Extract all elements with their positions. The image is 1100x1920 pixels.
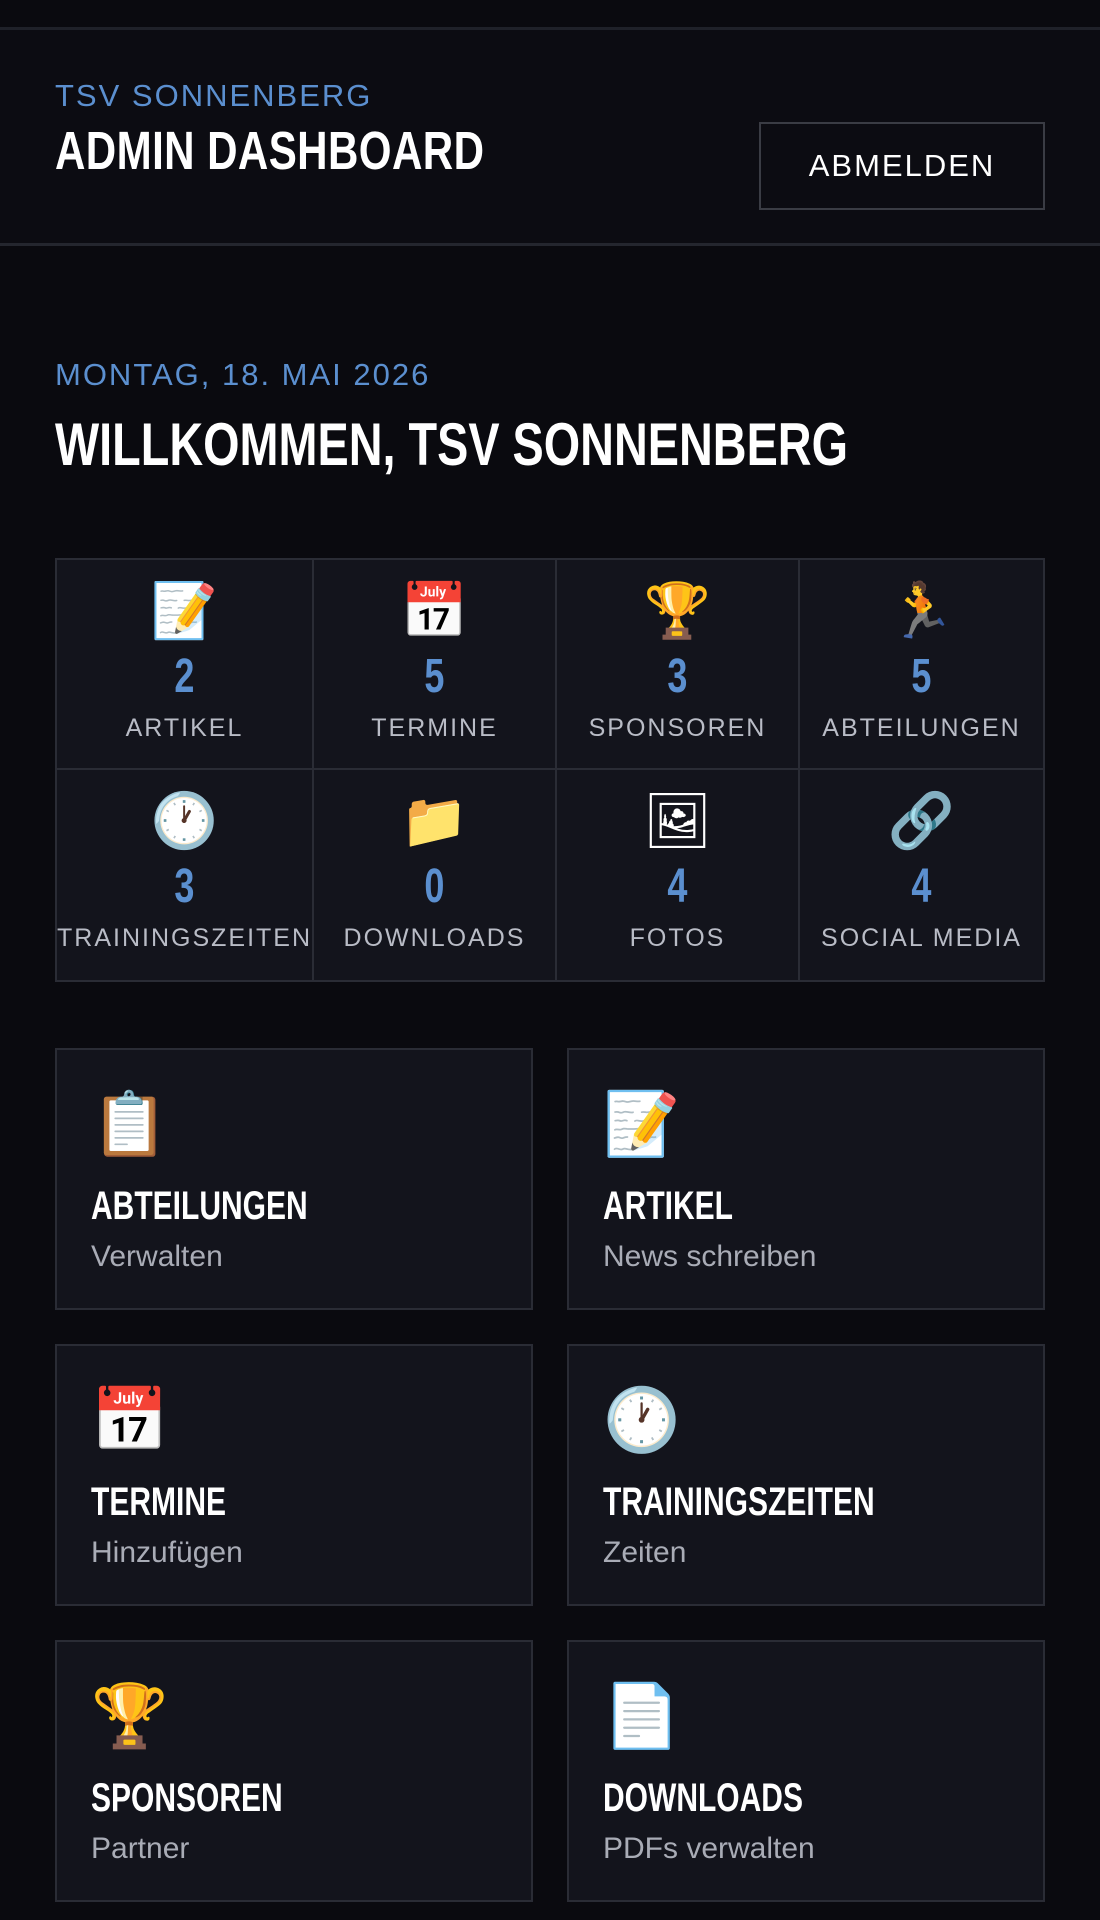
stat-value: 5 [911, 650, 932, 703]
picture-icon: 🖼 [643, 789, 712, 852]
current-date: MONTAG, 18. MAI 2026 [55, 357, 431, 392]
stat-value: 2 [174, 650, 195, 703]
stat-label: ABTEILUNGEN [822, 714, 1021, 742]
trophy-icon: 🏆 [643, 579, 712, 642]
stat-value: 4 [667, 860, 688, 913]
calendar-icon: 📅 [91, 1383, 169, 1456]
runner-icon: 🏃 [887, 579, 956, 642]
card-trainingszeiten[interactable]: 🕐 TRAININGSZEITEN Zeiten [567, 1344, 1045, 1606]
card-artikel[interactable]: 📝 ARTIKEL News schreiben [567, 1048, 1045, 1310]
welcome-heading: WILLKOMMEN, TSV SONNENBERG [55, 411, 849, 478]
stat-social-media[interactable]: 🔗 4 SOCIAL MEDIA [800, 770, 1043, 980]
card-subtitle: News schreiben [603, 1240, 817, 1273]
stat-label: FOTOS [629, 924, 726, 952]
stat-value: 5 [424, 650, 445, 703]
stat-value: 3 [667, 650, 688, 703]
trophy-icon: 🏆 [91, 1679, 169, 1752]
card-subtitle: Hinzufügen [91, 1536, 243, 1569]
stat-fotos[interactable]: 🖼 4 FOTOS [557, 770, 800, 980]
page-title: ADMIN DASHBOARD [55, 121, 485, 181]
clock-icon: 🕐 [150, 789, 219, 852]
clipboard-icon: 📋 [91, 1087, 169, 1160]
logout-button[interactable]: ABMELDEN [759, 122, 1045, 210]
card-abteilungen[interactable]: 📋 ABTEILUNGEN Verwalten [55, 1048, 533, 1310]
card-title: DOWNLOADS [603, 1776, 803, 1820]
status-bar-area [0, 0, 1100, 30]
stat-label: DOWNLOADS [343, 924, 526, 952]
stat-value: 0 [424, 860, 445, 913]
card-title: ABTEILUNGEN [91, 1184, 308, 1228]
stat-abteilungen[interactable]: 🏃 5 ABTEILUNGEN [800, 560, 1043, 770]
card-subtitle: PDFs verwalten [603, 1832, 815, 1865]
stat-artikel[interactable]: 📝 2 ARTIKEL [57, 560, 315, 770]
card-subtitle: Partner [91, 1832, 190, 1865]
card-sponsoren[interactable]: 🏆 SPONSOREN Partner [55, 1640, 533, 1902]
stat-termine[interactable]: 📅 5 TERMINE [314, 560, 557, 770]
stat-label: SPONSOREN [588, 714, 767, 742]
stat-label: TERMINE [371, 714, 498, 742]
link-icon: 🔗 [887, 789, 956, 852]
card-title: TRAININGSZEITEN [603, 1480, 875, 1524]
stat-value: 4 [911, 860, 932, 913]
stat-sponsoren[interactable]: 🏆 3 SPONSOREN [557, 560, 800, 770]
stat-value: 3 [174, 860, 195, 913]
stat-downloads[interactable]: 📁 0 DOWNLOADS [314, 770, 557, 980]
folder-icon: 📁 [400, 789, 469, 852]
card-title: ARTIKEL [603, 1184, 733, 1228]
clock-icon: 🕐 [603, 1383, 681, 1456]
card-title: TERMINE [91, 1480, 226, 1524]
stat-label: SOCIAL MEDIA [821, 924, 1022, 952]
card-title: SPONSOREN [91, 1776, 283, 1820]
stat-trainingszeiten[interactable]: 🕐 3 TRAININGSZEITEN [57, 770, 315, 980]
calendar-icon: 📅 [400, 579, 469, 642]
app-header: TSV SONNENBERG ADMIN DASHBOARD ABMELDEN [0, 30, 1100, 246]
stat-label: ARTIKEL [125, 714, 244, 742]
card-subtitle: Verwalten [91, 1240, 223, 1273]
stat-label: TRAININGSZEITEN [57, 924, 313, 952]
card-downloads[interactable]: 📄 DOWNLOADS PDFs verwalten [567, 1640, 1045, 1902]
memo-icon: 📝 [150, 579, 219, 642]
document-icon: 📄 [603, 1679, 681, 1752]
memo-icon: 📝 [603, 1087, 681, 1160]
stats-grid: 📝 2 ARTIKEL 📅 5 TERMINE 🏆 3 SPONSOREN 🏃 … [55, 558, 1045, 982]
club-name: TSV SONNENBERG [55, 78, 373, 113]
card-subtitle: Zeiten [603, 1536, 687, 1569]
card-termine[interactable]: 📅 TERMINE Hinzufügen [55, 1344, 533, 1606]
